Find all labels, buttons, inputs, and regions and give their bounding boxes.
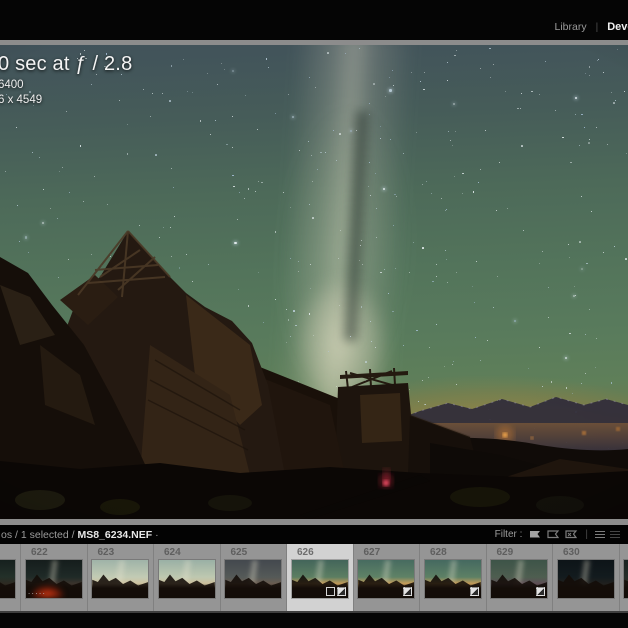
frame-index: 627 [354, 544, 420, 558]
flag-pick-filter-icon[interactable] [529, 530, 542, 540]
info-iso: 6400 [0, 80, 132, 92]
adjustment-badge-icon[interactable] [337, 587, 346, 596]
filmstrip-frame[interactable]: 631 [619, 544, 628, 611]
filmstrip-frame[interactable]: 624 [153, 544, 220, 611]
frame-badges [326, 587, 346, 596]
frame-index: 631 [620, 544, 628, 558]
rating-filter-icon[interactable] [595, 531, 605, 538]
lightroom-window: Library | Develop [0, 0, 628, 628]
frame-thumbnail[interactable] [92, 560, 148, 598]
frame-badges [403, 587, 412, 596]
frame-badges [536, 587, 545, 596]
filmstrip-frame[interactable]: 626 [286, 544, 353, 611]
filmstrip-filter-controls: Filter : | [495, 529, 620, 540]
frame-thumbnail[interactable] [225, 560, 281, 598]
frame-index: 628 [420, 544, 486, 558]
module-tab-develop[interactable]: Develop [607, 21, 628, 33]
module-tab-library[interactable]: Library [554, 21, 586, 33]
filmstrip: 621622 ····· 623624625626627628629630631 [0, 544, 628, 611]
photo-info-overlay: 0 sec at ƒ / 2.8 6400 6 x 4549 [0, 54, 132, 106]
filename-suffix: · [155, 529, 159, 541]
flag-unflagged-filter-icon[interactable] [547, 530, 560, 540]
frame-thumbnail[interactable]: ····· [26, 560, 82, 598]
info-shutter-aperture: 0 sec at ƒ / 2.8 [0, 54, 132, 74]
filter-separator: | [585, 529, 588, 540]
selection-summary: os / 1 selected / MS8_6234.NEF · [1, 529, 159, 541]
module-picker: Library | Develop [554, 21, 628, 33]
frame-index: 622 [21, 544, 87, 558]
filmstrip-frame[interactable]: 621 [0, 544, 20, 611]
module-separator: | [596, 22, 599, 33]
frame-index: 621 [0, 544, 20, 558]
filmstrip-frame[interactable]: 630 [552, 544, 619, 611]
selection-count-text: os / 1 selected / [1, 529, 77, 541]
frame-badges [470, 587, 479, 596]
filmstrip-frame[interactable]: 622 ····· [20, 544, 87, 611]
frame-index: 623 [88, 544, 154, 558]
frame-thumbnail[interactable] [425, 560, 481, 598]
frame-thumbnail[interactable] [624, 560, 628, 598]
filter-label: Filter : [495, 529, 523, 540]
frame-index: 630 [553, 544, 619, 558]
frame-index: 625 [221, 544, 287, 558]
module-picker-bar: Library | Develop [0, 0, 628, 40]
frame-thumbnail[interactable] [292, 560, 348, 598]
filmstrip-frame[interactable]: 629 [486, 544, 553, 611]
adjustment-badge-icon[interactable] [470, 587, 479, 596]
label-filter-icon[interactable] [610, 531, 620, 538]
filmstrip-frame[interactable]: 625 [220, 544, 287, 611]
filmstrip-cells: 621622 ····· 623624625626627628629630631 [0, 544, 628, 611]
window-bottom-edge [0, 611, 628, 628]
flag-reject-filter-icon[interactable] [565, 530, 578, 540]
frame-thumbnail[interactable] [159, 560, 215, 598]
frame-rating-dots: ····· [28, 590, 46, 598]
frame-index: 629 [487, 544, 553, 558]
adjustment-badge-icon[interactable] [403, 587, 412, 596]
adjustment-badge-icon[interactable] [536, 587, 545, 596]
vignette-overlay [0, 45, 628, 519]
filmstrip-status-bar: os / 1 selected / MS8_6234.NEF · Filter … [0, 525, 628, 544]
frame-thumbnail[interactable] [558, 560, 614, 598]
filmstrip-frame[interactable]: 623 [87, 544, 154, 611]
crop-badge-icon[interactable] [326, 587, 335, 596]
frame-index: 624 [154, 544, 220, 558]
thumbnail-terrain [624, 560, 628, 598]
frame-thumbnail[interactable] [491, 560, 547, 598]
thumbnail-terrain [0, 560, 15, 598]
filmstrip-frame[interactable]: 627 [353, 544, 420, 611]
photo-canvas[interactable]: 0 sec at ƒ / 2.8 6400 6 x 4549 [0, 45, 628, 519]
selected-filename[interactable]: MS8_6234.NEF [77, 529, 152, 541]
filmstrip-frame[interactable]: 628 [419, 544, 486, 611]
frame-thumbnail[interactable] [358, 560, 414, 598]
frame-thumbnail[interactable] [0, 560, 15, 598]
frame-index: 626 [287, 544, 353, 558]
info-dimensions: 6 x 4549 [0, 95, 132, 107]
